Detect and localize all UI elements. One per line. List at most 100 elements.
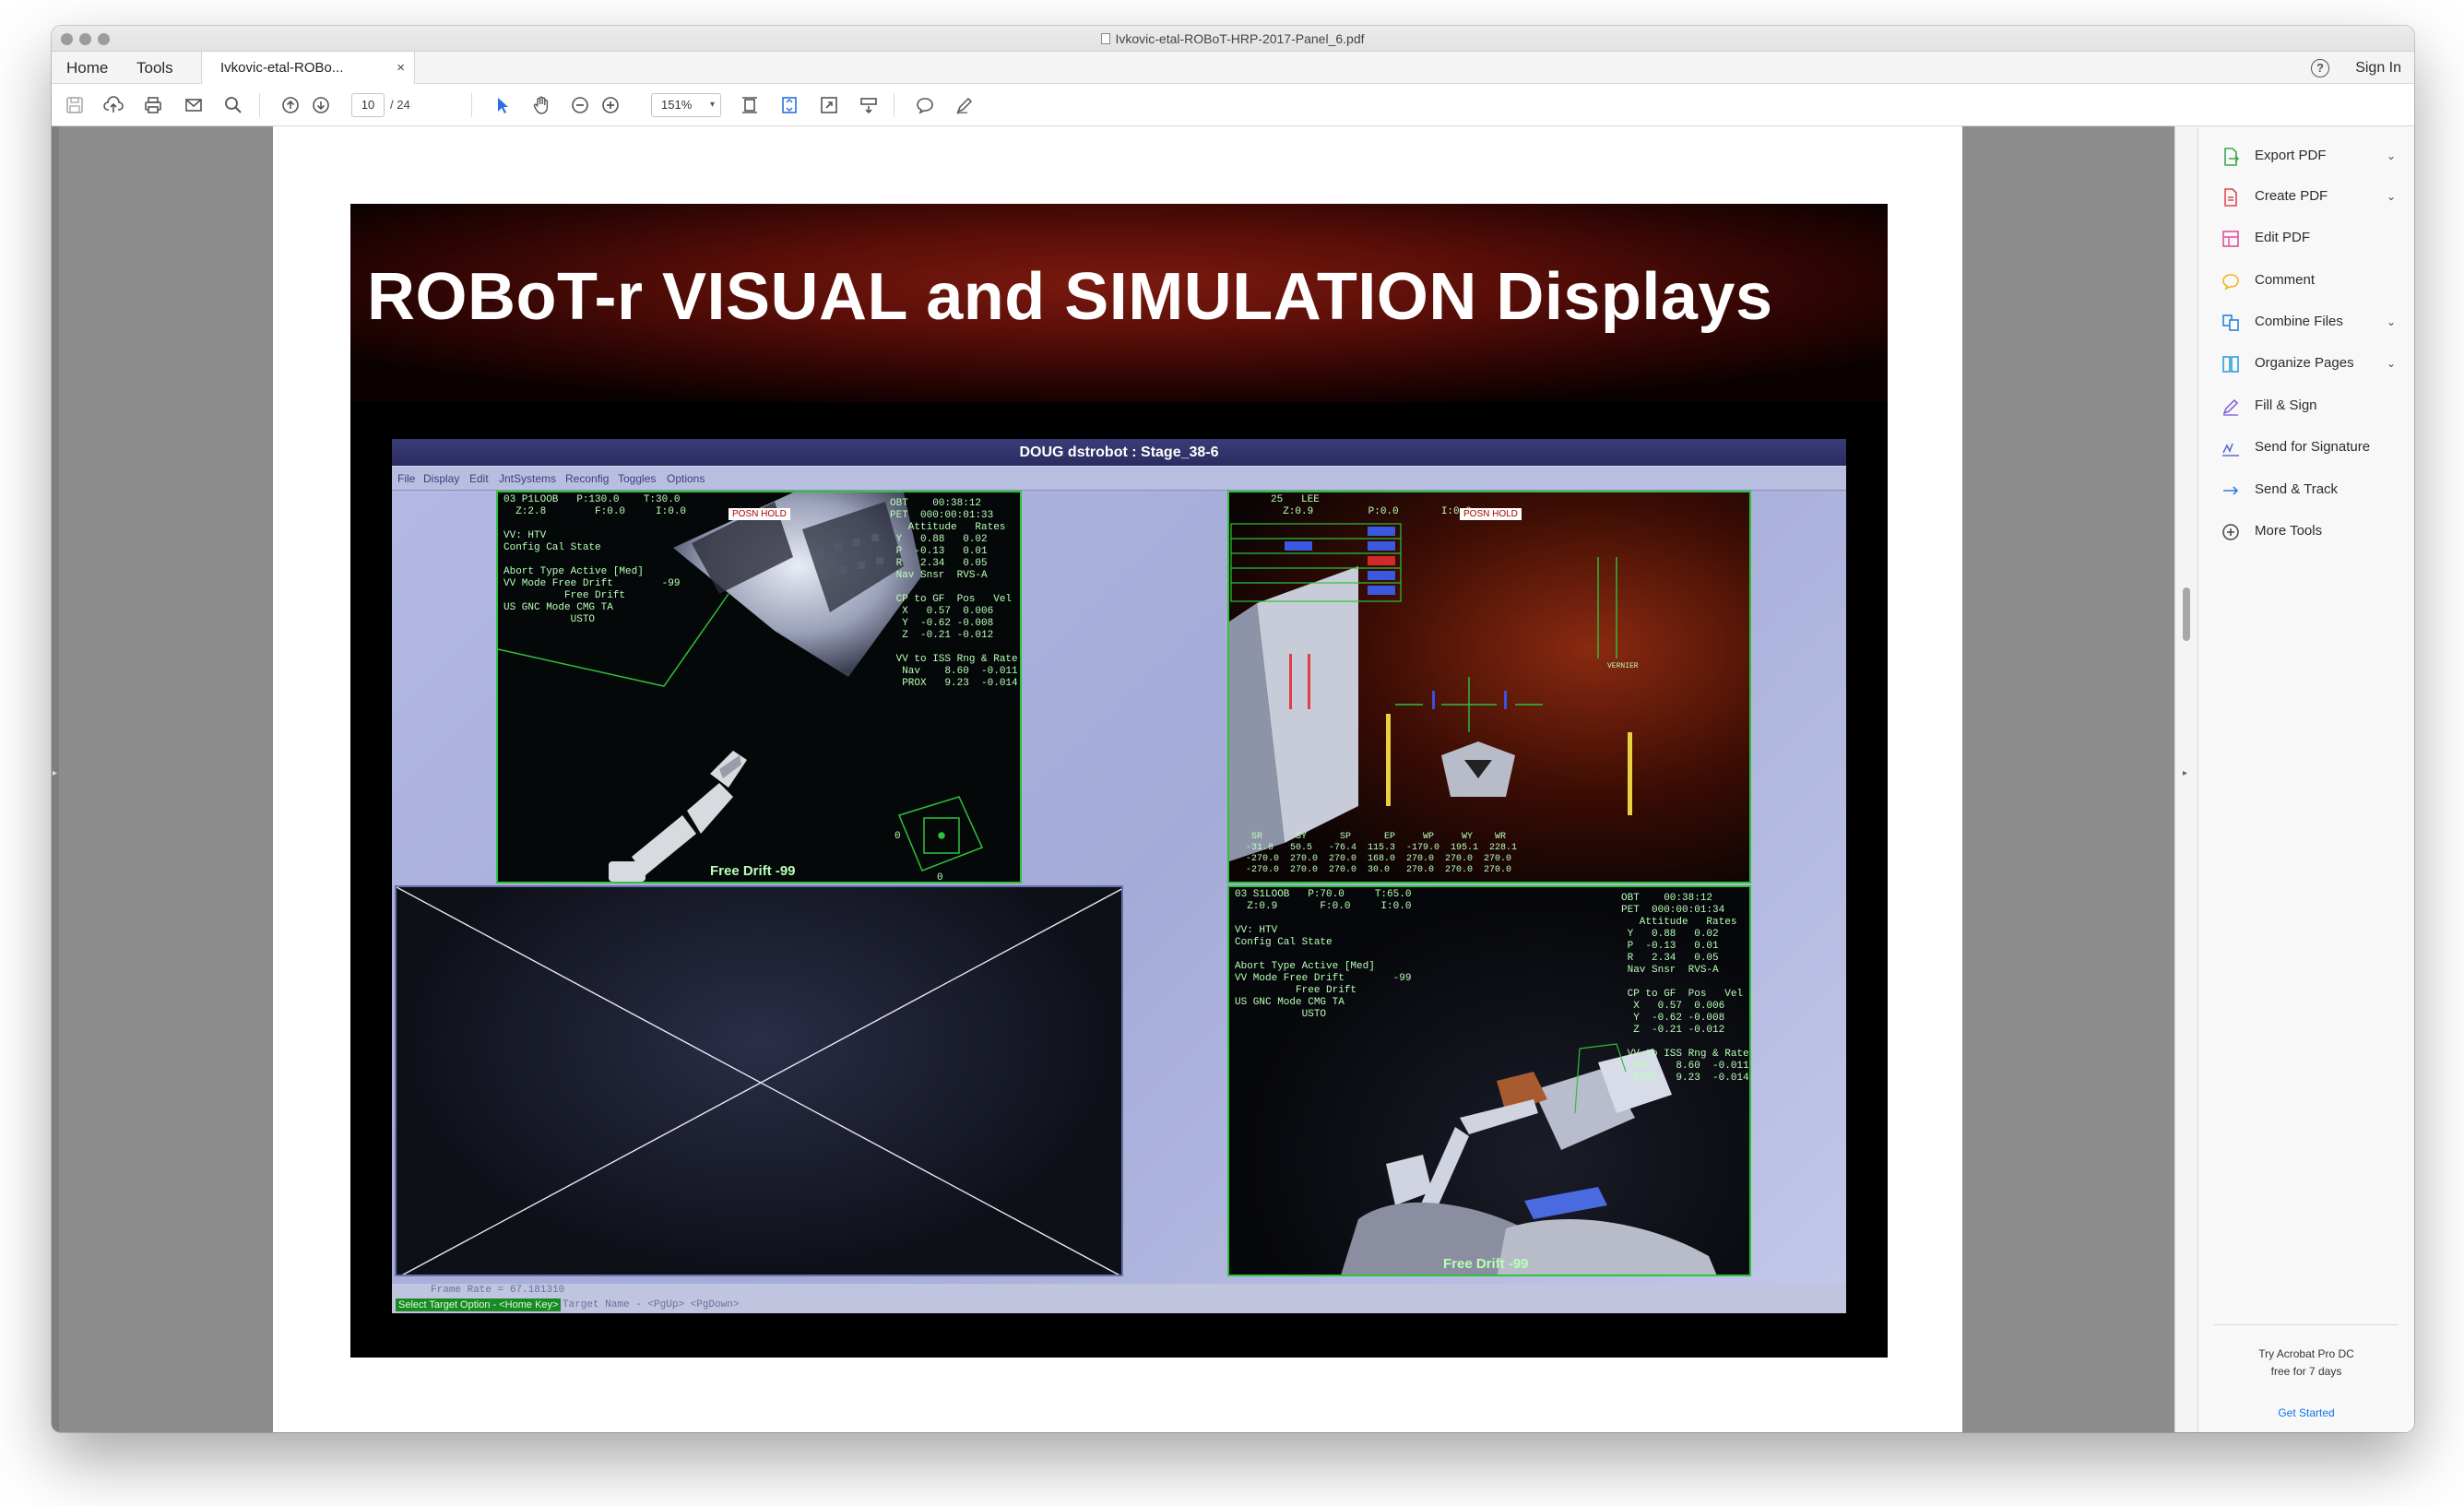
combine-files-icon <box>2222 314 2239 331</box>
slide-title: ROBoT-r VISUAL and SIMULATION Displays <box>367 260 1773 334</box>
tool-edit-pdf[interactable]: Edit PDF <box>2198 219 2414 256</box>
document-workspace[interactable]: ▸ ROBoT-r VISUAL and SIMULATION Displays… <box>52 126 2174 1432</box>
hand-icon[interactable] <box>529 93 553 117</box>
tool-label: Send for Signature <box>2255 439 2371 455</box>
sim-desktop: 0 0 03 P1LOOB P:130.0 T:30.0 Z:2.8 F:0.0… <box>392 491 1846 1313</box>
tool-fill-sign[interactable]: Fill & Sign <box>2198 387 2414 424</box>
tools-pane: Export PDF ⌄ Create PDF ⌄ Edit PDF Comme… <box>2198 126 2414 1432</box>
promo-line: Try Acrobat Pro DC <box>2258 1347 2354 1360</box>
camera-view-bottom-right: 03 S1LOOB P:70.0 T:65.0 Z:0.9 F:0.0 I:0.… <box>1227 885 1751 1276</box>
chevron-down-icon[interactable]: ⌄ <box>2387 345 2396 382</box>
full-screen-icon[interactable] <box>817 93 841 117</box>
zoom-in-icon[interactable] <box>598 93 622 117</box>
search-icon[interactable] <box>221 93 245 117</box>
free-drift-label: Free Drift -99 <box>710 863 796 879</box>
tools-pane-toggle[interactable]: ▸ <box>2174 126 2198 1432</box>
edit-pdf-icon <box>2222 231 2239 247</box>
tool-send-for-signature[interactable]: Send for Signature <box>2198 429 2414 466</box>
sim-status-bar: Frame Rate = 67.181310 Select Target Opt… <box>392 1284 1846 1313</box>
window-title: Ivkovic-etal-ROBoT-HRP-2017-Panel_6.pdf <box>52 31 2414 46</box>
tool-create-pdf[interactable]: Create PDF ⌄ <box>2198 178 2414 215</box>
chevron-down-icon[interactable]: ⌄ <box>2387 178 2396 215</box>
page-number-input[interactable]: 10 <box>351 93 385 117</box>
save-icon[interactable] <box>63 93 87 117</box>
sim-menu-item: JntSystems <box>499 472 557 485</box>
scroll-mode-icon[interactable] <box>777 93 801 117</box>
acrobat-window: Ivkovic-etal-ROBoT-HRP-2017-Panel_6.pdf … <box>52 26 2414 1432</box>
prev-page-icon[interactable] <box>278 93 302 117</box>
sign-in-link[interactable]: Sign In <box>2355 52 2401 84</box>
tool-export-pdf[interactable]: Export PDF ⌄ <box>2198 137 2414 174</box>
svg-text:VERNIER: VERNIER <box>1607 662 1639 670</box>
top-left-telemetry: OBT 00:38:12 PET 000:00:01:33 Attitude R… <box>890 498 1018 689</box>
zoom-select[interactable]: 151% ▾ <box>651 93 721 117</box>
posn-hold-badge: POSN HOLD <box>729 508 790 520</box>
tool-organize-pages[interactable]: Organize Pages ⌄ <box>2198 345 2414 382</box>
sim-menu-item: Options <box>667 472 705 485</box>
export-pdf-icon <box>2224 148 2240 166</box>
tool-combine-files[interactable]: Combine Files ⌄ <box>2198 303 2414 340</box>
top-left-hud-text: 03 P1LOOB P:130.0 T:30.0 Z:2.8 F:0.0 I:0… <box>503 494 687 625</box>
try-pro-promo: Try Acrobat Pro DC free for 7 days <box>2198 1346 2414 1381</box>
main-toolbar: 10 / 24 151% ▾ <box>52 84 2414 126</box>
zoom-value: 151% <box>661 98 693 112</box>
sim-menu-item: Display <box>423 472 460 485</box>
sim-window-title: DOUG dstrobot : Stage_38-6 <box>392 439 1846 467</box>
help-icon[interactable]: ? <box>2311 59 2329 77</box>
email-icon[interactable] <box>182 93 206 117</box>
chevron-right-icon: ▸ <box>53 768 58 778</box>
bottom-right-hud-text: 03 S1LOOB P:70.0 T:65.0 Z:0.9 F:0.0 I:0.… <box>1235 889 1412 1020</box>
vertical-scrollbar-thumb[interactable] <box>2183 587 2190 641</box>
camera-view-top-left: 0 0 03 P1LOOB P:130.0 T:30.0 Z:2.8 F:0.0… <box>496 491 1022 883</box>
simulation-screenshot: DOUG dstrobot : Stage_38-6 File Display … <box>392 439 1846 1313</box>
tool-label: Send & Track <box>2255 481 2339 497</box>
tool-comment[interactable]: Comment <box>2198 262 2414 299</box>
target-name-hint: Target Name - <PgUp> <PgDown> <box>563 1299 740 1310</box>
chevron-down-icon[interactable]: ⌄ <box>2387 303 2396 340</box>
empty-view-cross <box>397 887 1121 1275</box>
pane-divider <box>2213 1324 2398 1325</box>
fill-sign-icon <box>2222 398 2239 416</box>
organize-pages-icon <box>2222 356 2239 373</box>
sign-icon[interactable] <box>953 93 977 117</box>
tool-send-track[interactable]: Send & Track <box>2198 471 2414 508</box>
read-mode-icon[interactable] <box>857 93 881 117</box>
svg-text:0: 0 <box>937 872 943 883</box>
camera-view-top-right: VERNIER 25 LEE Z:0.9 P:0.0 I:0.0 POSN HO… <box>1227 491 1751 883</box>
tab-document-label: Ivkovic-etal-ROBo... <box>220 60 344 76</box>
print-icon[interactable] <box>141 93 165 117</box>
posn-hold-badge: POSN HOLD <box>1460 508 1522 520</box>
comment-icon[interactable] <box>913 93 937 117</box>
joint-angles-table: SR SY SP EP WP WY WR -31.8 50.5 -76.4 11… <box>1246 832 1518 875</box>
tool-label: Organize Pages <box>2255 355 2354 371</box>
next-page-icon[interactable] <box>309 93 333 117</box>
toolbar-separator <box>471 93 472 117</box>
tab-home[interactable]: Home <box>52 52 123 84</box>
sim-menu-item: Edit <box>469 472 489 485</box>
get-started-link[interactable]: Get Started <box>2198 1406 2414 1419</box>
sim-menubar: File Display Edit JntSystems Reconfig To… <box>392 467 1846 491</box>
tab-tools[interactable]: Tools <box>122 52 188 84</box>
close-tab-icon[interactable]: × <box>397 52 405 84</box>
slide: ROBoT-r VISUAL and SIMULATION Displays D… <box>350 204 1888 1358</box>
window-titlebar: Ivkovic-etal-ROBoT-HRP-2017-Panel_6.pdf <box>52 26 2414 52</box>
tool-more-tools[interactable]: More Tools <box>2198 513 2414 550</box>
svg-text:0: 0 <box>894 831 901 842</box>
chevron-down-icon[interactable]: ⌄ <box>2387 137 2396 174</box>
tool-label: Fill & Sign <box>2255 397 2317 413</box>
comment-icon <box>2222 274 2239 291</box>
joint-table <box>1230 523 1402 602</box>
tab-document[interactable]: Ivkovic-etal-ROBo... × <box>201 52 415 85</box>
zoom-out-icon[interactable] <box>568 93 592 117</box>
empty-view-bottom-left <box>395 885 1123 1276</box>
tab-bar: Home Tools Ivkovic-etal-ROBo... × ? Sign… <box>52 52 2414 85</box>
select-target-option: Select Target Option - <Home Key> <box>396 1298 562 1311</box>
select-cursor-icon[interactable] <box>491 93 515 117</box>
upload-icon[interactable] <box>101 93 125 117</box>
bottom-right-telemetry: OBT 00:38:12 PET 000:00:01:34 Attitude R… <box>1621 893 1749 1084</box>
send-signature-icon <box>2222 443 2239 457</box>
fit-page-icon[interactable] <box>738 93 762 117</box>
promo-line: free for 7 days <box>2270 1365 2342 1378</box>
left-panel-toggle[interactable]: ▸ <box>52 126 59 1432</box>
free-drift-label: Free Drift -99 <box>1443 1256 1529 1272</box>
